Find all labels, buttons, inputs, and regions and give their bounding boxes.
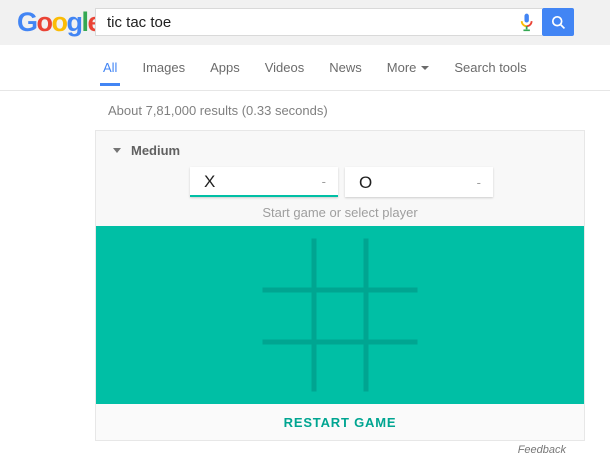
board-cell-5[interactable] (314, 290, 366, 341)
tab-label: Search tools (454, 60, 527, 75)
search-input[interactable] (96, 9, 511, 35)
logo-letter: o (51, 7, 69, 37)
player-x-score: - (321, 173, 326, 189)
player-x-symbol: X (204, 171, 216, 191)
search-bar (95, 8, 542, 36)
logo-letter: g (66, 7, 84, 37)
game-board (96, 226, 584, 404)
result-type-tabs: All Images Apps Videos News More Search … (0, 45, 610, 91)
restart-game-button[interactable]: RESTART GAME (284, 415, 397, 430)
board-cell-9[interactable] (366, 341, 418, 392)
search-header: Google (0, 0, 610, 45)
logo-letter: o (36, 7, 54, 37)
player-o-symbol: O (359, 172, 373, 192)
game-status-text: Start game or select player (262, 205, 418, 220)
logo-letter: G (17, 7, 38, 37)
restart-bar: RESTART GAME (96, 404, 584, 440)
difficulty-label: Medium (131, 142, 181, 158)
tab-label: Apps (210, 60, 240, 75)
tab-label: Videos (264, 60, 305, 75)
board-cell-8[interactable] (314, 341, 366, 392)
tab-news[interactable]: News (329, 45, 362, 90)
board-cell-6[interactable] (366, 290, 418, 341)
caret-down-icon (113, 147, 121, 153)
tic-tac-toe-widget: Medium X - O - Start game or select play… (95, 130, 585, 441)
tab-images[interactable]: Images (142, 45, 185, 90)
board-cell-7[interactable] (263, 341, 315, 392)
tab-videos[interactable]: Videos (265, 45, 305, 90)
board-cell-4[interactable] (263, 290, 315, 341)
tab-label: More (386, 60, 417, 75)
tab-all[interactable]: All (100, 45, 121, 90)
feedback-link[interactable]: Feedback (95, 444, 585, 456)
difficulty-dropdown[interactable]: Medium (113, 142, 180, 158)
magnifier-icon (550, 14, 567, 31)
tab-label: All (103, 60, 118, 75)
chevron-down-icon (421, 65, 430, 70)
board-cell-2[interactable] (314, 239, 366, 290)
microphone-icon[interactable] (518, 13, 535, 32)
player-o-score: - (476, 174, 481, 190)
tab-label: News (329, 60, 362, 75)
tab-label: Images (142, 60, 186, 75)
board-cell-3[interactable] (366, 239, 418, 290)
player-x-card[interactable]: X - (190, 167, 338, 197)
google-logo[interactable]: Google (17, 6, 103, 38)
active-tab-underline (100, 83, 121, 86)
board-cell-1[interactable] (263, 239, 315, 290)
tab-search-tools[interactable]: Search tools (454, 45, 526, 90)
player-o-card[interactable]: O - (345, 167, 493, 197)
board-cells (263, 239, 418, 392)
search-button[interactable] (542, 8, 574, 36)
result-stats: About 7,81,000 results (0.33 seconds) (108, 103, 328, 118)
board-grid (262, 238, 418, 392)
tab-apps[interactable]: Apps (210, 45, 240, 90)
tab-more[interactable]: More (387, 45, 430, 90)
